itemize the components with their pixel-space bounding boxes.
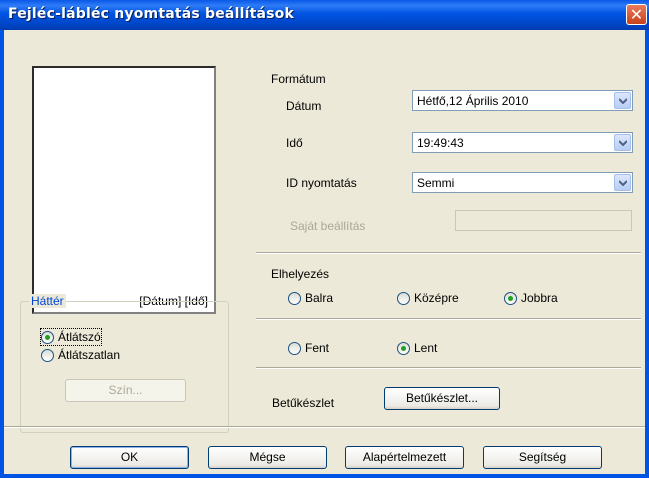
- radio-top-dot: [288, 341, 301, 355]
- background-group: Háttér Átlátszó Átlátszatlan Szín...: [20, 294, 229, 433]
- radio-right-dot: [504, 291, 517, 305]
- custom-setting-input[interactable]: [455, 210, 632, 231]
- radio-left-label: Balra: [305, 291, 334, 305]
- color-button[interactable]: Szín...: [65, 379, 186, 402]
- chevron-down-icon[interactable]: [614, 134, 631, 151]
- radio-bottom[interactable]: Lent: [397, 340, 437, 356]
- chevron-down-icon[interactable]: [614, 174, 631, 191]
- window-title: Fejléc-lábléc nyomtatás beállítások: [8, 6, 294, 22]
- radio-center-label: Középre: [414, 291, 459, 305]
- font-button[interactable]: Betűkészlet...: [384, 387, 500, 410]
- placement-heading: Elhelyezés: [271, 267, 330, 281]
- time-select[interactable]: 19:49:43: [412, 132, 633, 153]
- dialog-window: Fejléc-lábléc nyomtatás beállítások ✕ [D…: [0, 0, 649, 478]
- divider: [256, 252, 641, 254]
- custom-setting-label: Saját beállítás: [290, 219, 366, 233]
- dialog-body: [Dátum] [Idő] Háttér Átlátszó Átlátszatl…: [4, 30, 645, 474]
- radio-opaque-label: Átlátszatlan: [58, 348, 121, 362]
- ok-button[interactable]: OK: [70, 446, 189, 469]
- radio-right-label: Jobbra: [521, 291, 558, 305]
- divider: [256, 318, 641, 320]
- format-heading: Formátum: [271, 72, 326, 86]
- cancel-button[interactable]: Mégse: [208, 446, 327, 469]
- radio-center[interactable]: Középre: [397, 290, 459, 306]
- default-button[interactable]: Alapértelmezett: [345, 446, 464, 469]
- date-select[interactable]: Hétfő,12 Április 2010: [412, 90, 633, 111]
- title-bar[interactable]: Fejléc-lábléc nyomtatás beállítások ✕: [0, 0, 649, 30]
- time-label: Idő: [286, 136, 303, 150]
- divider: [256, 367, 641, 369]
- background-legend: Háttér: [29, 294, 66, 308]
- radio-opaque[interactable]: Átlátszatlan: [41, 347, 120, 363]
- radio-left-dot: [288, 291, 301, 305]
- radio-center-dot: [397, 291, 410, 305]
- page-preview: [Dátum] [Idő]: [32, 66, 216, 314]
- font-label: Betűkészlet: [272, 396, 335, 410]
- close-icon[interactable]: ✕: [626, 4, 647, 25]
- radio-transparent[interactable]: Átlátszó: [40, 328, 102, 346]
- radio-right[interactable]: Jobbra: [504, 290, 558, 306]
- radio-top-label: Fent: [305, 341, 330, 355]
- time-select-value: 19:49:43: [417, 136, 464, 150]
- id-print-select-value: Semmi: [417, 176, 455, 190]
- help-button[interactable]: Segítség: [483, 446, 602, 469]
- radio-bottom-label: Lent: [414, 341, 438, 355]
- footer-divider: [4, 426, 645, 428]
- radio-top[interactable]: Fent: [288, 340, 329, 356]
- radio-transparent-label: Átlátszó: [58, 330, 101, 344]
- chevron-down-icon[interactable]: [614, 92, 631, 109]
- radio-bottom-dot: [397, 341, 410, 355]
- date-label: Dátum: [286, 99, 322, 113]
- date-select-value: Hétfő,12 Április 2010: [417, 94, 529, 108]
- radio-opaque-dot: [41, 348, 54, 362]
- radio-transparent-dot: [41, 330, 54, 344]
- id-print-label: ID nyomtatás: [286, 176, 357, 190]
- id-print-select[interactable]: Semmi: [412, 172, 633, 193]
- radio-left[interactable]: Balra: [288, 290, 333, 306]
